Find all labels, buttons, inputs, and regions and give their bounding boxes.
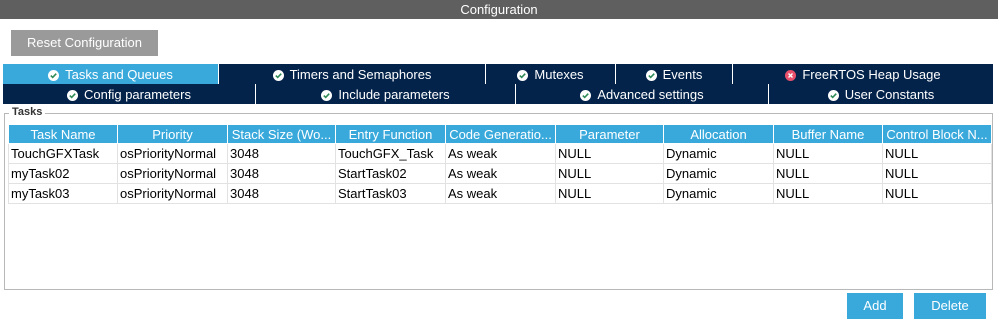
table-row[interactable]: myTask02 osPriorityNormal 3048 StartTask… <box>8 163 992 184</box>
column-header-code-generation[interactable]: Code Generatio... <box>445 124 556 144</box>
table-cell: NULL <box>773 183 883 204</box>
table-cell: As weak <box>445 143 556 164</box>
table-row[interactable]: myTask03 osPriorityNormal 3048 StartTask… <box>8 183 992 204</box>
table-cell: 3048 <box>227 143 336 164</box>
tab-timers-and-semaphores[interactable]: Timers and Semaphores <box>219 64 486 84</box>
tab-advanced-settings[interactable]: Advanced settings <box>516 84 769 104</box>
tab-label: Include parameters <box>338 86 450 102</box>
tab-include-parameters[interactable]: Include parameters <box>256 84 516 104</box>
tab-row-1: Tasks and Queues Timers and Semaphores M… <box>3 64 993 84</box>
tab-mutexes[interactable]: Mutexes <box>486 64 616 84</box>
tab-label: FreeRTOS Heap Usage <box>802 66 941 82</box>
table-cell: StartTask03 <box>335 183 446 204</box>
column-header-allocation[interactable]: Allocation <box>663 124 774 144</box>
table-cell: NULL <box>555 183 664 204</box>
tab-freertos-heap-usage[interactable]: FreeRTOS Heap Usage <box>733 64 993 84</box>
column-header-parameter[interactable]: Parameter <box>555 124 664 144</box>
check-circle-icon <box>67 89 79 101</box>
delete-button[interactable]: Delete <box>914 293 986 319</box>
tasks-group-title: Tasks <box>9 106 46 118</box>
tab-user-constants[interactable]: User Constants <box>769 84 993 104</box>
reset-configuration-button[interactable]: Reset Configuration <box>11 30 158 56</box>
tab-label: Events <box>662 66 703 82</box>
table-cell: NULL <box>882 183 992 204</box>
table-cell: osPriorityNormal <box>117 143 228 164</box>
column-header-entry-function[interactable]: Entry Function <box>335 124 446 144</box>
table-cell: Dynamic <box>663 183 774 204</box>
tab-label: Timers and Semaphores <box>289 66 432 82</box>
tab-tasks-and-queues[interactable]: Tasks and Queues <box>3 64 219 84</box>
table-cell: osPriorityNormal <box>117 183 228 204</box>
window-title: Configuration <box>0 0 998 19</box>
check-circle-icon <box>517 69 529 81</box>
table-cell: osPriorityNormal <box>117 163 228 184</box>
table-cell: NULL <box>773 163 883 184</box>
table-cell: NULL <box>555 163 664 184</box>
table-cell: StartTask02 <box>335 163 446 184</box>
table-cell: myTask03 <box>8 183 118 204</box>
check-circle-icon <box>272 69 284 81</box>
check-circle-icon <box>580 89 592 101</box>
table-cell: NULL <box>555 143 664 164</box>
tab-row-2: Config parameters Include parameters Adv… <box>3 84 993 104</box>
table-cell: As weak <box>445 163 556 184</box>
tab-label: Tasks and Queues <box>65 66 173 82</box>
table-cell: 3048 <box>227 163 336 184</box>
table-cell: NULL <box>882 163 992 184</box>
column-header-priority[interactable]: Priority <box>117 124 228 144</box>
table-cell: NULL <box>773 143 883 164</box>
column-header-stack-size[interactable]: Stack Size (Wo... <box>227 124 336 144</box>
tab-label: Config parameters <box>84 86 191 102</box>
tab-label: Mutexes <box>534 66 584 82</box>
column-header-task-name[interactable]: Task Name <box>8 124 118 144</box>
check-circle-icon <box>645 69 657 81</box>
table-cell: TouchGFX_Task <box>335 143 446 164</box>
table-cell: As weak <box>445 183 556 204</box>
error-circle-icon <box>785 69 797 81</box>
check-circle-icon <box>321 89 333 101</box>
tab-label: Advanced settings <box>597 86 704 102</box>
check-circle-icon <box>827 89 839 101</box>
table-cell: myTask02 <box>8 163 118 184</box>
add-button[interactable]: Add <box>847 293 903 319</box>
table-cell: NULL <box>882 143 992 164</box>
tasks-table: Task Name Priority Stack Size (Wo... Ent… <box>8 124 992 204</box>
column-header-control-block-name[interactable]: Control Block N... <box>882 124 992 144</box>
table-row[interactable]: TouchGFXTask osPriorityNormal 3048 Touch… <box>8 143 992 164</box>
table-cell: Dynamic <box>663 163 774 184</box>
table-cell: Dynamic <box>663 143 774 164</box>
tasks-group: Tasks Task Name Priority Stack Size (Wo.… <box>4 106 993 290</box>
check-circle-icon <box>48 69 60 81</box>
table-header-row: Task Name Priority Stack Size (Wo... Ent… <box>8 124 992 144</box>
tab-config-parameters[interactable]: Config parameters <box>3 84 256 104</box>
tab-events[interactable]: Events <box>616 64 733 84</box>
table-cell: 3048 <box>227 183 336 204</box>
table-cell: TouchGFXTask <box>8 143 118 164</box>
tab-label: User Constants <box>844 86 935 102</box>
column-header-buffer-name[interactable]: Buffer Name <box>773 124 883 144</box>
